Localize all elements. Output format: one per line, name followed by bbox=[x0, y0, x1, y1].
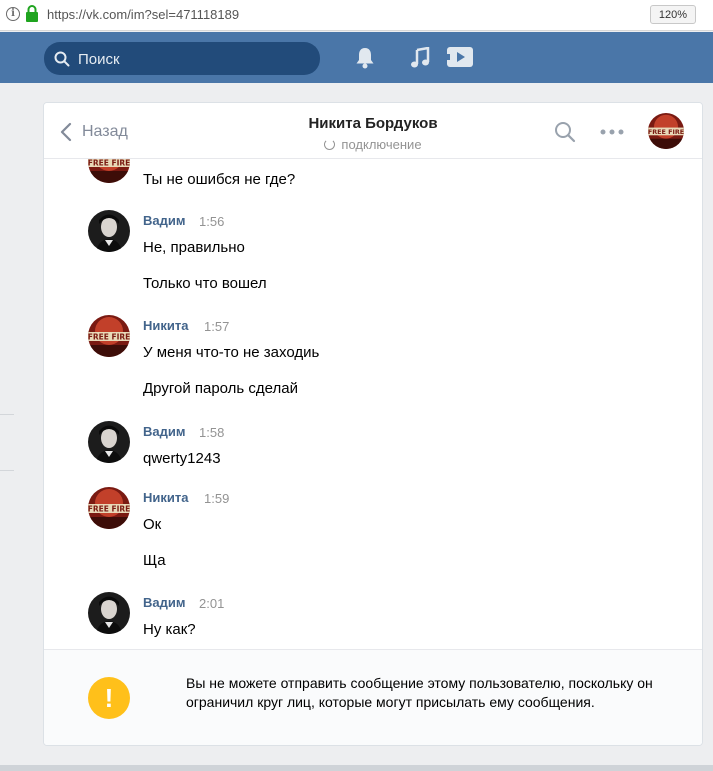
message-text: Ну как? bbox=[143, 621, 196, 638]
peer-status: подключение bbox=[44, 137, 702, 152]
music-icon[interactable] bbox=[410, 47, 430, 69]
video-icon[interactable] bbox=[446, 45, 474, 69]
peer-avatar[interactable]: FREE FIRE bbox=[648, 113, 684, 149]
svg-text:FREE FIRE: FREE FIRE bbox=[648, 128, 684, 136]
message-text: Ща bbox=[143, 552, 166, 569]
message-list: FREE FIRE Ты не ошибся не где? Вадим 1:56 Не… bbox=[44, 159, 702, 647]
bottom-strip bbox=[0, 765, 713, 771]
spinner-icon bbox=[324, 139, 336, 150]
info-icon[interactable]: i bbox=[6, 7, 20, 21]
sender-name[interactable]: Никита bbox=[143, 318, 188, 333]
message-time[interactable]: 1:57 bbox=[204, 319, 229, 334]
message-text: qwerty1243 bbox=[143, 450, 221, 467]
sender-name[interactable]: Вадим bbox=[143, 424, 185, 439]
sender-name[interactable]: Никита bbox=[143, 490, 188, 505]
message-text: Не, правильно bbox=[143, 239, 245, 256]
avatar[interactable] bbox=[88, 592, 130, 634]
message-time[interactable]: 1:56 bbox=[199, 214, 224, 229]
message-text: У меня что-то не заходиь bbox=[143, 344, 320, 361]
message-group: FREE FIRE Никита 1:59 Ок Ща bbox=[44, 487, 702, 577]
svg-text:FREE FIRE: FREE FIRE bbox=[88, 333, 130, 342]
avatar-image-nikita: FREE FIRE bbox=[648, 113, 684, 149]
message-time[interactable]: 2:01 bbox=[199, 596, 224, 611]
bell-icon[interactable] bbox=[355, 47, 375, 69]
message-group: FREE FIRE Никита 1:57 У меня что-то не захо… bbox=[44, 315, 702, 405]
message-time[interactable]: 1:58 bbox=[199, 425, 224, 440]
blocked-notice: ! Вы не можете отправить сообщение этому… bbox=[44, 649, 702, 745]
notice-text: Вы не можете отправить сообщение этому п… bbox=[186, 675, 653, 710]
message-text: Ты не ошибся не где? bbox=[143, 171, 296, 188]
avatar[interactable]: FREE FIRE bbox=[88, 315, 130, 357]
divider bbox=[0, 470, 14, 471]
browser-address-bar: i https://vk.com/im?sel=471118189 120% bbox=[0, 0, 713, 31]
search-icon bbox=[54, 51, 70, 67]
peer-status-text: подключение bbox=[341, 137, 422, 152]
chat-header: Назад Никита Бордуков подключение FREE F… bbox=[44, 103, 702, 159]
message-text: Другой пароль сделай bbox=[143, 380, 298, 397]
message-group: Вадим 2:01 Ну как? bbox=[44, 592, 702, 647]
search-box[interactable] bbox=[44, 42, 320, 77]
svg-text:FREE FIRE: FREE FIRE bbox=[88, 505, 130, 514]
avatar[interactable]: FREE FIRE bbox=[88, 487, 130, 529]
message-group: Вадим 1:56 Не, правильно Только что вошел bbox=[44, 210, 702, 300]
search-icon[interactable] bbox=[554, 121, 576, 143]
message-text: Только что вошел bbox=[143, 275, 267, 292]
avatar[interactable]: FREE FIRE bbox=[88, 159, 130, 183]
svg-text:FREE FIRE: FREE FIRE bbox=[88, 159, 130, 168]
avatar[interactable] bbox=[88, 421, 130, 463]
warning-icon: ! bbox=[88, 677, 130, 719]
lock-icon bbox=[26, 5, 38, 22]
url-field[interactable]: https://vk.com/im?sel=471118189 bbox=[47, 7, 239, 22]
message-time[interactable]: 1:59 bbox=[204, 491, 229, 506]
sender-name[interactable]: Вадим bbox=[143, 213, 185, 228]
sender-name[interactable]: Вадим bbox=[143, 595, 185, 610]
message-text: Ок bbox=[143, 516, 162, 533]
more-icon[interactable] bbox=[599, 128, 625, 136]
dialog-card: Назад Никита Бордуков подключение FREE F… bbox=[43, 102, 703, 746]
zoom-indicator[interactable]: 120% bbox=[650, 5, 696, 24]
vk-top-bar bbox=[0, 32, 713, 83]
divider bbox=[0, 414, 14, 415]
search-input[interactable] bbox=[76, 42, 310, 77]
avatar[interactable] bbox=[88, 210, 130, 252]
